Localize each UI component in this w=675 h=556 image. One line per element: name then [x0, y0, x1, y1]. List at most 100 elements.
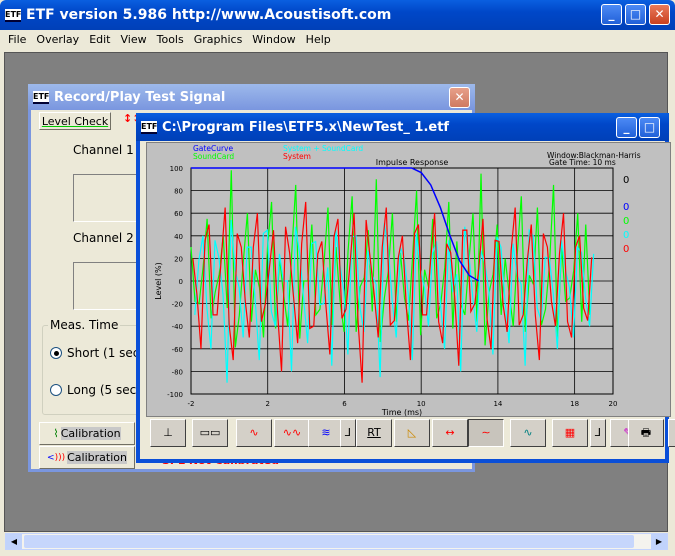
- scroll-thumb[interactable]: [24, 535, 634, 548]
- toolbar-RT-button[interactable]: RT: [356, 419, 392, 447]
- menu-help[interactable]: Help: [306, 33, 331, 46]
- toolbar-print-button[interactable]: 🖶: [628, 419, 664, 447]
- maximize-button[interactable]: □: [625, 4, 646, 25]
- x-tick-label: 14: [493, 400, 502, 408]
- waterfall-icon: ▦: [564, 426, 576, 439]
- x-tick-label: 20: [609, 400, 618, 408]
- y-tick-label: -80: [172, 368, 183, 376]
- calibration-button-1[interactable]: ⌇ Calibration: [39, 422, 135, 445]
- toolbar-report-button[interactable]: ≣: [668, 419, 675, 447]
- y-tick-label: -60: [172, 346, 183, 354]
- x-tick-label: 10: [417, 400, 426, 408]
- menu-bar: File Overlay Edit View Tools Graphics Window He…: [0, 30, 675, 50]
- record-window-title-bar: ETF Record/Play Test Signal ✕: [28, 84, 475, 110]
- record-window-title: Record/Play Test Signal: [54, 89, 226, 105]
- readout-value: 0: [623, 175, 629, 186]
- minimize-button[interactable]: _: [601, 4, 622, 25]
- y-tick-label: 100: [170, 165, 183, 173]
- meas-time-label: Meas. Time: [48, 318, 121, 332]
- toolbar-decay-button[interactable]: ◺: [394, 419, 430, 447]
- etf-document-window: ETF C:\Program Files\ETF5.x\NewTest_ 1.e…: [136, 113, 675, 463]
- scroll-left-button[interactable]: ◀: [6, 534, 22, 549]
- toolbar-response-button[interactable]: ∼: [468, 419, 504, 447]
- readout-value: 0: [623, 244, 629, 255]
- legend-entry: SoundCard: [193, 152, 234, 161]
- axis-icon: ⊥: [163, 426, 173, 439]
- app-title: ETF version 5.986 http://www.Acoustisoft…: [26, 7, 392, 23]
- calibration-button-2[interactable]: <))) Calibration: [39, 446, 135, 469]
- speaker-wave-icon: <))): [47, 452, 66, 463]
- etf-maximize-button[interactable]: □: [639, 117, 660, 138]
- readout-value: 0: [623, 202, 629, 213]
- menu-file[interactable]: File: [8, 33, 26, 46]
- menu-view[interactable]: View: [121, 33, 147, 46]
- y-tick-label: 20: [174, 255, 183, 263]
- menu-edit[interactable]: Edit: [89, 33, 110, 46]
- etf-logo-icon: ETF: [33, 90, 49, 104]
- slider-icon: ▭▭: [199, 426, 221, 439]
- toolbar-phase-button[interactable]: ∿: [510, 419, 546, 447]
- x-tick-label: 18: [570, 400, 579, 408]
- y-tick-label: 40: [174, 233, 183, 241]
- level-check-button[interactable]: Level Check: [39, 112, 111, 130]
- toolbar-slider-button[interactable]: ▭▭: [192, 419, 228, 447]
- close-button[interactable]: ✕: [649, 4, 670, 25]
- toolbar-frequency-button[interactable]: ∿∿: [274, 419, 310, 447]
- toolbar-cursor-button[interactable]: ⅃: [340, 419, 356, 447]
- short-radio-label: Short (1 sec): [67, 346, 145, 360]
- x-tick-label: -2: [188, 400, 195, 408]
- menu-window[interactable]: Window: [252, 33, 295, 46]
- menu-overlay[interactable]: Overlay: [36, 33, 79, 46]
- frequency-icon: ∿∿: [282, 426, 302, 439]
- etf-minimize-button[interactable]: _: [616, 117, 637, 138]
- x-tick-label: 6: [342, 400, 347, 408]
- app-title-bar: ETF ETF version 5.986 http://www.Acousti…: [0, 0, 675, 30]
- y-tick-label: 60: [174, 210, 183, 218]
- cursor-icon: ⅃: [344, 426, 352, 439]
- legend-entry: System: [283, 152, 311, 161]
- phase-icon: ∿: [523, 426, 533, 439]
- toolbar-overlay-button[interactable]: ≋: [308, 419, 344, 447]
- report-icon: ≣: [669, 420, 675, 446]
- toolbar-axis-button[interactable]: ⊥: [150, 419, 186, 447]
- menu-tools[interactable]: Tools: [157, 33, 184, 46]
- decay-icon: ◺: [407, 426, 417, 439]
- etf-window-title: C:\Program Files\ETF5.x\NewTest_ 1.etf: [162, 119, 450, 135]
- cursor2-icon: ⅃: [594, 426, 602, 439]
- y-axis-label: Level (%): [154, 262, 163, 300]
- y-tick-label: -100: [167, 391, 183, 399]
- etf-logo-icon: ETF: [141, 120, 157, 134]
- record-window-close-button[interactable]: ✕: [449, 87, 470, 108]
- toolbar-impulse-button[interactable]: ∿: [236, 419, 272, 447]
- menu-graphics[interactable]: Graphics: [194, 33, 243, 46]
- toolbar-waterfall-button[interactable]: ▦: [552, 419, 588, 447]
- x-axis-label: Time (ms): [381, 408, 422, 417]
- x-tick-label: 2: [265, 400, 269, 408]
- short-radio[interactable]: Short (1 sec): [50, 346, 144, 360]
- y-tick-label: -20: [172, 301, 183, 309]
- level-check-label: Level Check: [41, 114, 109, 128]
- scroll-right-button[interactable]: ▶: [651, 534, 667, 549]
- toolbar-cursor2-button[interactable]: ⅃: [590, 419, 606, 447]
- calibration-chart-icon: ⌇: [53, 427, 59, 440]
- gate-info: Gate Time: 10 ms: [549, 158, 616, 167]
- rt-icon: RT: [367, 426, 381, 439]
- print-icon: 🖶: [640, 426, 652, 439]
- chart-title: Impulse Response: [376, 158, 449, 167]
- readout-value: 0: [623, 216, 629, 227]
- impulse-icon: ∿: [249, 426, 259, 439]
- toolbar-delay-button[interactable]: ↔: [432, 419, 468, 447]
- overlay-icon: ≋: [321, 426, 331, 439]
- long-radio-label: Long (5 sec): [67, 383, 141, 397]
- y-tick-label: 0: [179, 278, 183, 286]
- calibration-label-2: Calibration: [67, 451, 127, 464]
- calibration-label-1: Calibration: [60, 427, 121, 440]
- horizontal-scrollbar[interactable]: ◀ ▶: [5, 533, 668, 550]
- response-icon: ∼: [481, 426, 491, 439]
- delay-icon: ↔: [445, 426, 455, 439]
- y-tick-label: -40: [172, 323, 183, 331]
- y-tick-label: 80: [174, 188, 183, 196]
- long-radio[interactable]: Long (5 sec): [50, 383, 141, 397]
- chart-panel: 100 80 60 40 20 0 -20 -40 -60 -80 -100 -2 2 6 10 14 18 20…: [146, 142, 671, 417]
- readout-value: 0: [623, 230, 629, 241]
